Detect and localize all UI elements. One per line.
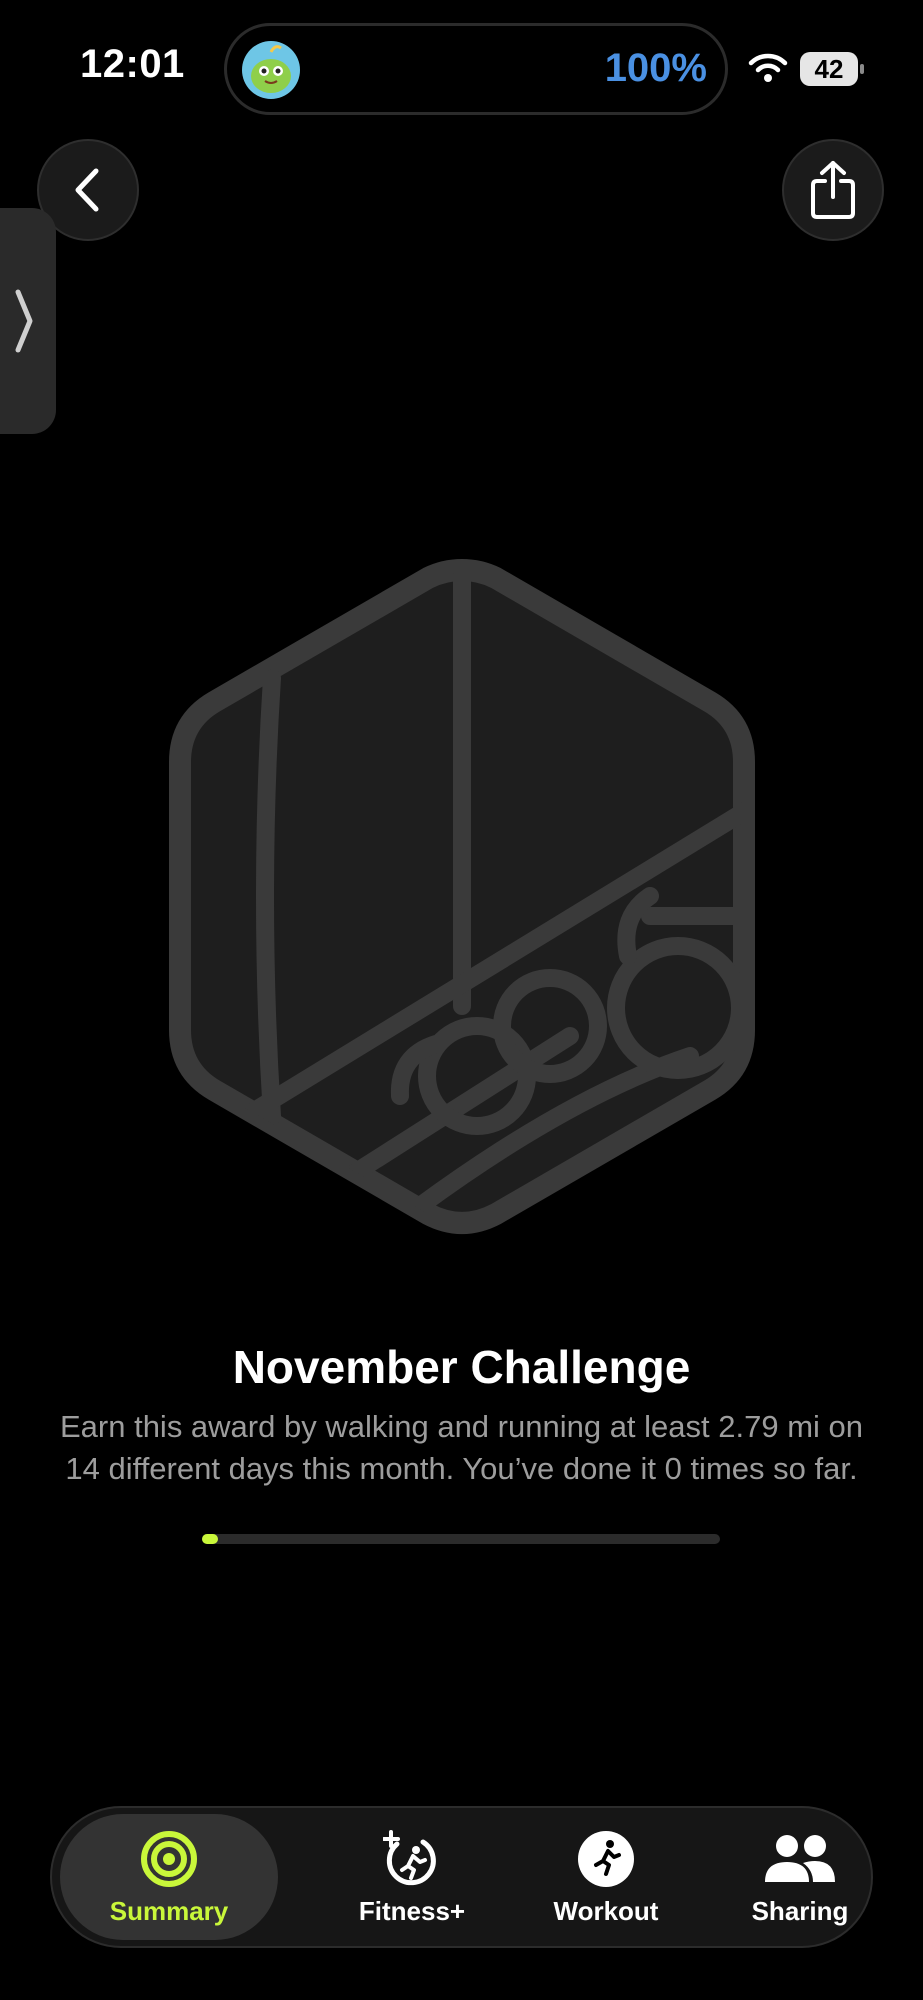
battery-icon: 42 [800, 52, 864, 86]
chevron-right-icon [15, 289, 33, 353]
running-figure-icon [578, 1831, 634, 1887]
share-icon [811, 161, 855, 219]
side-panel-handle[interactable] [0, 208, 56, 434]
status-time: 12:01 [80, 42, 185, 86]
tab-bar: Summary Fitness+ Workout Sharing [50, 1806, 873, 1948]
award-progress-bar [202, 1534, 720, 1544]
fitness-plus-icon [383, 1830, 436, 1886]
activity-rings-icon [141, 1831, 197, 1887]
tab-workout[interactable]: Workout [512, 1814, 700, 1940]
battery-percent-label: 100% [604, 46, 707, 90]
dynamic-island[interactable]: 100% [224, 23, 728, 115]
tab-fitness-plus[interactable]: Fitness+ [318, 1814, 506, 1940]
chevron-left-icon [75, 168, 99, 212]
award-badge-icon [169, 558, 755, 1234]
tab-sharing-label: Sharing [751, 1896, 849, 1926]
award-title: November Challenge [232, 1341, 691, 1393]
award-description: Earn this award by walking and running a… [59, 1409, 864, 1486]
tab-summary-label: Summary [109, 1896, 229, 1926]
wifi-icon [748, 53, 788, 82]
award-progress-fill [202, 1534, 218, 1544]
people-icon [765, 1835, 835, 1882]
tab-sharing[interactable]: Sharing [706, 1814, 894, 1940]
tab-workout-label: Workout [553, 1896, 659, 1926]
share-button[interactable] [782, 139, 884, 241]
tab-summary[interactable]: Summary [60, 1814, 278, 1940]
tab-fitness-plus-label: Fitness+ [358, 1896, 466, 1926]
battery-level: 42 [800, 52, 858, 86]
app-avatar-icon [242, 41, 300, 99]
